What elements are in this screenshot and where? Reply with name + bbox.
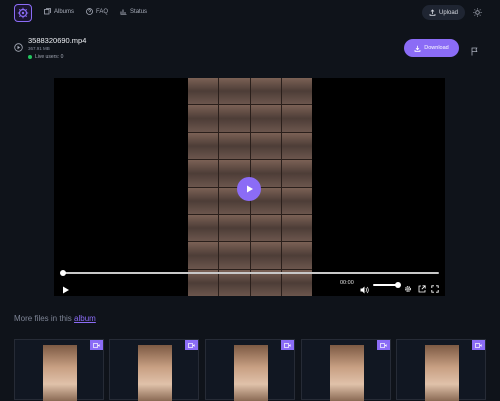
nav-albums[interactable]: Albums <box>44 8 74 15</box>
file-title: 3588320690.mp4 <box>28 36 87 45</box>
download-label: Download <box>424 45 449 51</box>
video-badge <box>185 340 198 350</box>
more-files-prefix: More files in this <box>14 314 75 323</box>
nav-faq[interactable]: FAQ <box>86 8 108 15</box>
upload-icon <box>429 9 436 16</box>
chart-icon <box>120 9 127 15</box>
play-control[interactable] <box>62 281 70 294</box>
file-card[interactable] <box>396 339 486 401</box>
file-card[interactable] <box>205 339 295 401</box>
progress-bar[interactable] <box>60 270 439 276</box>
video-icon <box>93 342 100 348</box>
live-status-dot <box>28 55 32 59</box>
play-circle-icon <box>14 43 23 52</box>
video-icon <box>475 342 482 348</box>
more-files-heading: More files in this album <box>14 314 96 323</box>
external-icon <box>418 285 426 293</box>
site-logo[interactable] <box>14 4 32 22</box>
file-type-icon-wrap <box>14 34 23 57</box>
sun-icon <box>472 7 482 17</box>
video-icon <box>380 342 387 348</box>
volume-slider[interactable] <box>373 282 401 288</box>
file-thumbnail <box>234 345 268 401</box>
file-card[interactable] <box>301 339 391 401</box>
theme-toggle[interactable] <box>472 7 482 17</box>
report-button[interactable] <box>470 43 480 56</box>
logo-icon <box>17 7 29 19</box>
file-thumbnail <box>138 345 172 401</box>
live-users: Live users: 0 <box>28 54 63 60</box>
nav-status-label: Status <box>130 8 148 15</box>
settings-button[interactable] <box>404 280 412 292</box>
file-size: 367.91 MB <box>28 46 50 51</box>
download-button[interactable]: Download <box>404 39 459 57</box>
fullscreen-icon <box>431 285 439 293</box>
video-badge <box>472 340 485 350</box>
gear-icon <box>405 286 411 292</box>
live-users-label: Live users: 0 <box>35 54 64 60</box>
file-thumbnail <box>425 345 459 401</box>
upload-label: Upload <box>439 9 459 16</box>
file-card[interactable] <box>14 339 104 401</box>
fullscreen-button[interactable] <box>431 280 439 293</box>
mute-button[interactable] <box>360 281 369 294</box>
albums-icon <box>44 8 51 15</box>
nav-status[interactable]: Status <box>120 8 147 15</box>
video-badge <box>377 340 390 350</box>
download-icon <box>414 45 421 52</box>
file-thumbnail <box>43 345 77 401</box>
progress-handle[interactable] <box>60 270 66 276</box>
flag-icon <box>471 47 478 56</box>
time-display: 00:00 <box>340 280 354 286</box>
top-bar: Albums FAQ Status Upload <box>0 0 500 26</box>
play-icon <box>247 185 253 193</box>
file-thumbnail <box>330 345 364 401</box>
nav-faq-label: FAQ <box>96 8 109 15</box>
nav-albums-label: Albums <box>54 8 75 15</box>
file-card[interactable] <box>109 339 199 401</box>
upload-button[interactable]: Upload <box>422 5 466 20</box>
video-badge <box>90 340 103 350</box>
help-icon <box>86 8 93 15</box>
video-badge <box>281 340 294 350</box>
related-files <box>14 339 486 401</box>
video-player[interactable]: 00:00 <box>54 78 445 296</box>
volume-icon <box>360 286 369 294</box>
main-nav: Albums FAQ Status <box>44 8 147 15</box>
pip-button[interactable] <box>418 280 426 293</box>
play-icon <box>63 286 69 294</box>
album-link[interactable]: album <box>74 314 96 323</box>
big-play-button[interactable] <box>237 177 261 201</box>
volume-handle[interactable] <box>395 282 401 288</box>
video-icon <box>188 342 195 348</box>
video-icon <box>284 342 291 348</box>
